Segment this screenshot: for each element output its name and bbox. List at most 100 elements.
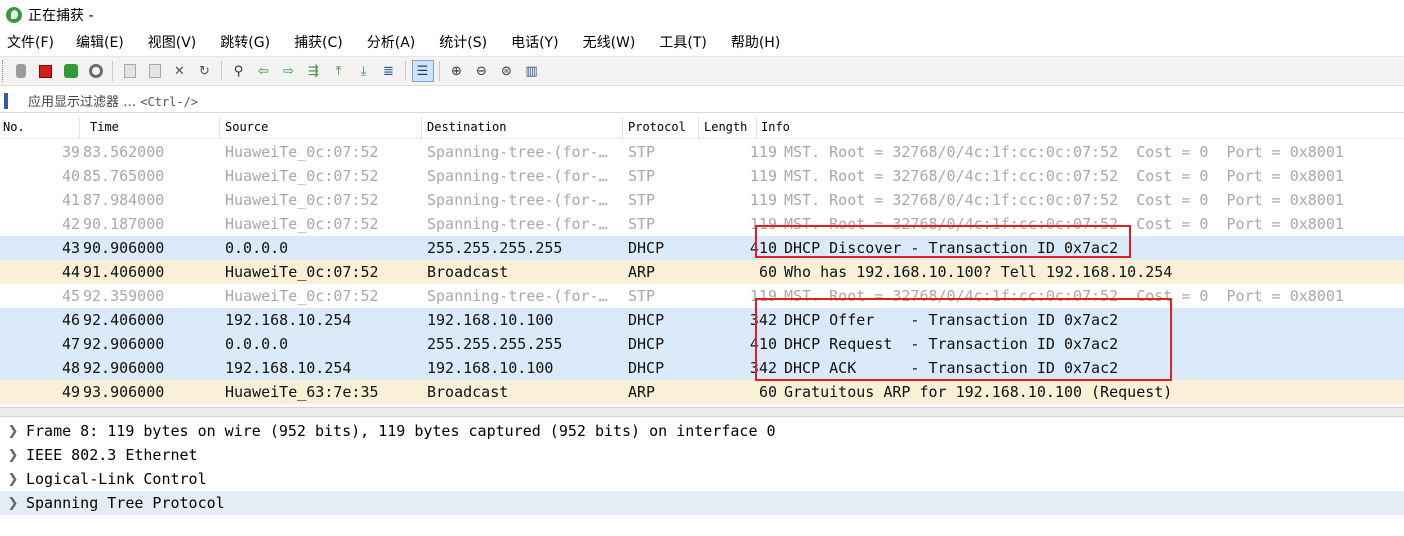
menu-view[interactable]: 视图(V) [141,32,203,52]
detail-tree-item-ethernet[interactable]: ❯ IEEE 802.3 Ethernet [0,443,1404,467]
packet-protocol: ARP [628,263,656,281]
column-header-length[interactable]: Length [699,117,757,139]
toolbar-grip[interactable] [2,60,8,82]
menu-capture[interactable]: 捕获(C) [287,32,349,52]
packet-source: HuaweiTe_0c:07:52 [225,287,379,305]
packet-row[interactable]: 48 92.906000 192.168.10.254 192.168.10.1… [0,356,1404,380]
display-filter-input[interactable]: 应用显示过滤器 … <Ctrl-/> [28,91,198,110]
reload-file-icon[interactable]: ↻ [194,60,216,82]
packet-no: 49 [61,383,80,401]
resize-columns-icon[interactable]: ▥ [521,60,543,82]
capture-options-icon[interactable] [85,60,107,82]
packet-time: 93.906000 [83,383,165,401]
detail-tree-item-llc[interactable]: ❯ Logical-Link Control [0,467,1404,491]
packet-protocol: STP [628,191,656,209]
packet-length: 119 [749,143,777,161]
chevron-right-icon[interactable]: ❯ [0,496,26,511]
column-header-destination[interactable]: Destination [422,117,623,139]
packet-row[interactable]: 46 92.406000 192.168.10.254 192.168.10.1… [0,308,1404,332]
packet-row[interactable]: 40 85.765000 HuaweiTe_0c:07:52 Spanning-… [0,164,1404,188]
menu-analyze[interactable]: 分析(A) [360,32,422,52]
packet-row[interactable]: 47 92.906000 0.0.0.0 255.255.255.255 DHC… [0,332,1404,356]
packet-info: Who has 192.168.10.100? Tell 192.168.10.… [784,263,1173,281]
menu-help[interactable]: 帮助(H) [724,32,786,52]
packet-time: 92.906000 [83,359,165,377]
start-capture-icon[interactable] [10,60,32,82]
packet-row[interactable]: 39 83.562000 HuaweiTe_0c:07:52 Spanning-… [0,140,1404,164]
detail-tree-item-frame[interactable]: ❯ Frame 8: 119 bytes on wire (952 bits),… [0,419,1404,443]
menu-tools[interactable]: 工具(T) [652,32,712,52]
open-file-icon[interactable] [119,60,141,82]
packet-source: HuaweiTe_0c:07:52 [225,191,379,209]
menu-go[interactable]: 跳转(G) [213,32,276,52]
column-header-protocol[interactable]: Protocol [623,117,699,139]
column-header-source[interactable]: Source [220,117,422,139]
last-packet-icon[interactable]: ⤓ [353,60,375,82]
packet-time: 92.906000 [83,335,165,353]
packet-info: MST. Root = 32768/0/4c:1f:cc:0c:07:52 Co… [784,215,1344,233]
packet-time: 85.765000 [83,167,165,185]
menu-file[interactable]: 文件(F) [0,32,60,52]
stop-capture-icon[interactable] [35,60,57,82]
column-header-time[interactable]: Time [80,117,220,139]
menu-statistics[interactable]: 统计(S) [432,32,493,52]
packet-length: 60 [758,383,777,401]
column-header-no[interactable]: No. [0,117,80,139]
colorize-icon[interactable]: ☰ [411,60,434,82]
packet-row[interactable]: 43 90.906000 0.0.0.0 255.255.255.255 DHC… [0,236,1404,260]
packet-destination: 255.255.255.255 [427,239,563,257]
go-back-icon[interactable]: ⇦ [253,60,275,82]
packet-source: HuaweiTe_0c:07:52 [225,143,379,161]
window-title: 正在捕获 - [28,8,94,24]
chevron-right-icon[interactable]: ❯ [0,424,26,439]
column-header-info[interactable]: Info [757,117,1404,139]
packet-row[interactable]: 42 90.187000 HuaweiTe_0c:07:52 Spanning-… [0,212,1404,236]
packet-source: HuaweiTe_0c:07:52 [225,215,379,233]
detail-tree-label: Frame 8: 119 bytes on wire (952 bits), 1… [26,422,776,440]
packet-protocol: DHCP [628,335,665,353]
main-toolbar: ✕ ↻ ⚲ ⇦ ⇨ ⇶ ⤒ ⤓ ≣ ☰ ⊕ ⊖ ⊜ ▥ [0,56,1404,86]
menu-edit[interactable]: 编辑(E) [69,32,130,52]
filter-placeholder: 应用显示过滤器 … [28,95,137,110]
packet-time: 91.406000 [83,263,165,281]
menu-telephony[interactable]: 电话(Y) [504,32,564,52]
packet-info: Gratuitous ARP for 192.168.10.100 (Reque… [784,383,1173,401]
wireshark-logo-icon [6,7,22,23]
packet-length: 410 [749,239,777,257]
go-to-packet-icon[interactable]: ⇶ [303,60,325,82]
packet-row[interactable]: 49 93.906000 HuaweiTe_63:7e:35 Broadcast… [0,380,1404,404]
packet-time: 90.906000 [83,239,165,257]
packet-row[interactable]: 45 92.359000 HuaweiTe_0c:07:52 Spanning-… [0,284,1404,308]
packet-no: 40 [61,167,80,185]
packet-source: HuaweiTe_0c:07:52 [225,263,379,281]
packet-info: DHCP ACK - Transaction ID 0x7ac2 [784,359,1119,377]
packet-protocol: STP [628,143,656,161]
zoom-out-icon[interactable]: ⊖ [471,60,493,82]
packet-time: 83.562000 [83,143,165,161]
detail-tree-item-stp[interactable]: ❯ Spanning Tree Protocol [0,491,1404,515]
detail-tree-label: IEEE 802.3 Ethernet [26,446,198,464]
save-file-icon[interactable] [144,60,166,82]
first-packet-icon[interactable]: ⤒ [328,60,350,82]
zoom-in-icon[interactable]: ⊕ [446,60,468,82]
filter-bookmark-icon[interactable] [4,92,8,109]
chevron-right-icon[interactable]: ❯ [0,448,26,463]
packet-no: 41 [61,191,80,209]
toolbar-separator [112,61,113,81]
packet-length: 119 [749,287,777,305]
packet-source: HuaweiTe_0c:07:52 [225,167,379,185]
go-forward-icon[interactable]: ⇨ [278,60,300,82]
close-file-icon[interactable]: ✕ [169,60,191,82]
packet-protocol: STP [628,287,656,305]
restart-capture-icon[interactable] [60,60,82,82]
menu-wireless[interactable]: 无线(W) [576,32,642,52]
pane-splitter[interactable] [0,407,1404,417]
auto-scroll-icon[interactable]: ≣ [378,60,400,82]
packet-row[interactable]: 41 87.984000 HuaweiTe_0c:07:52 Spanning-… [0,188,1404,212]
chevron-right-icon[interactable]: ❯ [0,472,26,487]
zoom-normal-icon[interactable]: ⊜ [496,60,518,82]
packet-destination: 192.168.10.100 [427,311,554,329]
packet-protocol: STP [628,215,656,233]
find-packet-icon[interactable]: ⚲ [228,60,250,82]
packet-row[interactable]: 44 91.406000 HuaweiTe_0c:07:52 Broadcast… [0,260,1404,284]
